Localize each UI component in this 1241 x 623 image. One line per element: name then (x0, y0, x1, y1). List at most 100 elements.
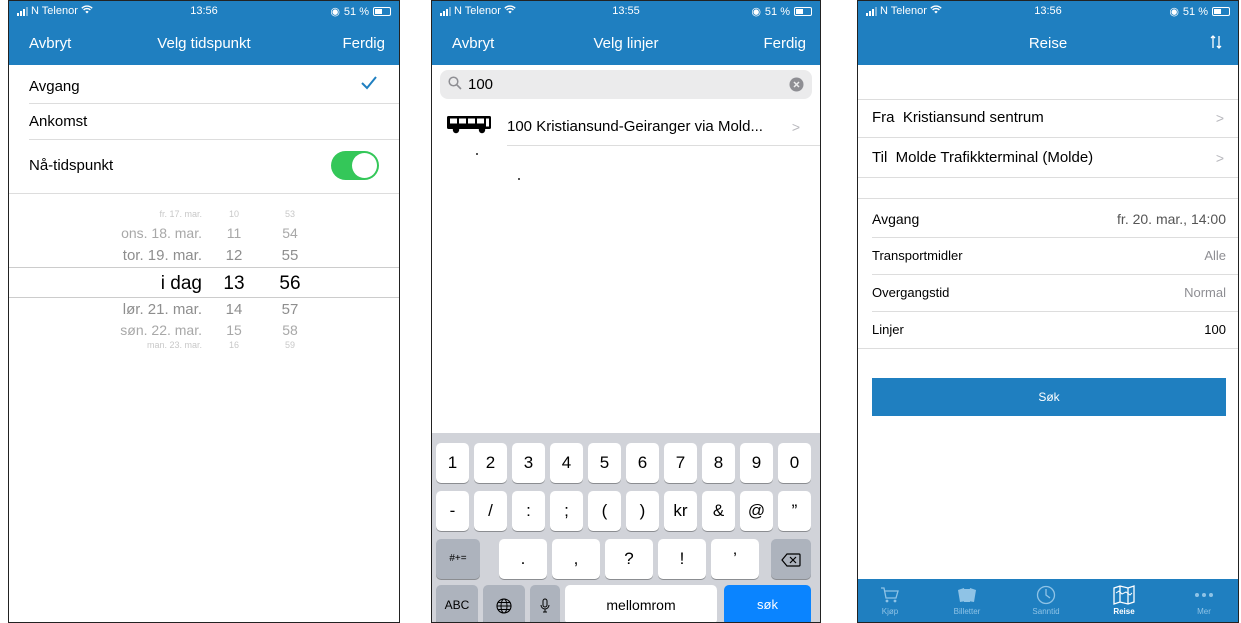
done-button[interactable]: Ferdig (342, 35, 385, 52)
battery-icon (794, 7, 812, 16)
alarm-icon: ◉ (330, 6, 340, 18)
from-row[interactable]: Fra Kristiansund sentrum > (858, 100, 1238, 136)
search-bar[interactable]: 100 (440, 70, 812, 99)
status-bar: N Telenor 13:56 ◉ 51 % (9, 1, 399, 23)
picker-selection-bottom (9, 297, 399, 298)
key-slash[interactable]: / (474, 491, 507, 531)
done-button[interactable]: Ferdig (763, 35, 806, 52)
key-dash[interactable]: - (436, 491, 469, 531)
transfer-value: Normal (1184, 285, 1226, 300)
key-2[interactable]: 2 (474, 443, 507, 483)
tab-buy[interactable]: Kjøp (860, 583, 920, 616)
result-label: 100 Kristiansund-Geiranger via Mold... (507, 118, 763, 135)
picker-hour: 16 (228, 340, 239, 350)
key-quote[interactable]: ” (778, 491, 811, 531)
page-title: Velg tidspunkt (157, 35, 251, 52)
divider (858, 177, 1238, 178)
departure-row[interactable]: Avgang fr. 20. mar., 14:00 (858, 199, 1238, 237)
tab-more[interactable]: Mer (1174, 583, 1234, 616)
key-at[interactable]: @ (740, 491, 773, 531)
option-arrival[interactable]: Ankomst (29, 113, 399, 130)
to-value: Molde Trafikkterminal (Molde) (895, 149, 1094, 166)
key-close-paren[interactable]: ) (626, 491, 659, 531)
picker-hour: 15 (226, 322, 242, 338)
to-row[interactable]: Til Molde Trafikkterminal (Molde) > (858, 138, 1238, 176)
picker-hour: 14 (225, 301, 243, 318)
key-apostrophe[interactable]: ’ (711, 539, 759, 579)
dot (518, 178, 520, 180)
now-toggle[interactable] (331, 151, 379, 180)
key-1[interactable]: 1 (436, 443, 469, 483)
key-open-paren[interactable]: ( (588, 491, 621, 531)
option-departure[interactable]: Avgang (29, 76, 399, 95)
status-bar: N Telenor 13:55 ◉ 51 % (432, 1, 820, 23)
picker-day: man. 23. mar. (146, 340, 202, 350)
battery-percent: 51 % (764, 5, 790, 18)
from-label: Fra Kristiansund sentrum (872, 109, 1044, 126)
option-arrival-label: Ankomst (29, 113, 88, 130)
key-ampersand[interactable]: & (702, 491, 735, 531)
swap-direction-icon[interactable] (1210, 34, 1222, 54)
tab-realtime[interactable]: Sanntid (1016, 583, 1076, 616)
key-8[interactable]: 8 (702, 443, 735, 483)
key-semicolon[interactable]: ; (550, 491, 583, 531)
chevron-right-icon: > (1215, 150, 1224, 166)
nav-bar: Avbryt Velg tidspunkt Ferdig (9, 23, 399, 65)
key-3[interactable]: 3 (512, 443, 545, 483)
search-input[interactable]: 100 (468, 76, 493, 93)
section-background (858, 65, 1238, 101)
tab-tickets[interactable]: Billetter (937, 583, 997, 616)
transfer-row[interactable]: Overgangstid Normal (858, 275, 1238, 311)
alarm-icon: ◉ (751, 6, 761, 18)
picker-day: lør. 21. mar. (122, 301, 202, 318)
chevron-right-icon: > (1215, 110, 1224, 126)
divider (9, 193, 399, 194)
key-abc[interactable]: ABC (436, 585, 478, 622)
key-7[interactable]: 7 (664, 443, 697, 483)
key-search[interactable]: søk (724, 585, 811, 622)
tab-journey[interactable]: Reise (1094, 583, 1154, 616)
tab-label: Kjøp (881, 607, 899, 616)
phone-screen-time-picker: N Telenor 13:56 ◉ 51 % Avbryt Velg tidsp… (8, 0, 400, 623)
key-dictation[interactable] (530, 585, 560, 622)
key-comma[interactable]: , (552, 539, 600, 579)
status-bar: N Telenor 13:56 ◉ 51 % (858, 1, 1238, 23)
battery-icon (373, 7, 391, 16)
key-exclamation[interactable]: ! (658, 539, 706, 579)
tab-bar: Kjøp Billetter Sanntid Reise Mer (858, 579, 1238, 622)
nav-bar: Avbryt Velg linjer Ferdig (432, 23, 820, 65)
key-backspace[interactable] (771, 539, 811, 579)
lines-row[interactable]: Linjer 100 (858, 312, 1238, 348)
key-6[interactable]: 6 (626, 443, 659, 483)
key-globe[interactable] (483, 585, 525, 622)
transport-row[interactable]: Transportmidler Alle (858, 238, 1238, 274)
now-label: Nå-tidspunkt (29, 157, 114, 174)
search-button[interactable]: Søk (872, 378, 1226, 416)
search-result-row[interactable]: 100 Kristiansund-Geiranger via Mold... > (432, 109, 820, 145)
date-time-picker[interactable]: fr. 17. mar. 10 53 ons. 18. mar. 11 54 t… (9, 201, 399, 361)
picker-hour: 10 (228, 209, 239, 219)
key-0[interactable]: 0 (778, 443, 811, 483)
clear-search-icon[interactable] (789, 77, 804, 97)
battery-percent: 51 % (1182, 5, 1208, 18)
picker-minute: 59 (284, 340, 295, 350)
key-symbols-shift[interactable]: #+= (436, 539, 480, 579)
key-question[interactable]: ? (605, 539, 653, 579)
key-9[interactable]: 9 (740, 443, 773, 483)
more-icon (1174, 583, 1234, 607)
key-4[interactable]: 4 (550, 443, 583, 483)
to-label: Til Molde Trafikkterminal (Molde) (872, 149, 1093, 166)
picker-day: søn. 22. mar. (120, 322, 202, 338)
key-kr[interactable]: kr (664, 491, 697, 531)
search-icon (448, 76, 462, 95)
battery-percent: 51 % (343, 5, 369, 18)
chevron-right-icon: > (791, 119, 800, 135)
key-period[interactable]: . (499, 539, 547, 579)
key-colon[interactable]: : (512, 491, 545, 531)
tab-label: Billetter (953, 607, 981, 616)
page-title: Velg linjer (593, 35, 659, 52)
phone-screen-line-picker: N Telenor 13:55 ◉ 51 % Avbryt Velg linje… (431, 0, 821, 623)
key-space[interactable]: mellomrom (565, 585, 717, 622)
cart-icon (860, 583, 920, 607)
key-5[interactable]: 5 (588, 443, 621, 483)
